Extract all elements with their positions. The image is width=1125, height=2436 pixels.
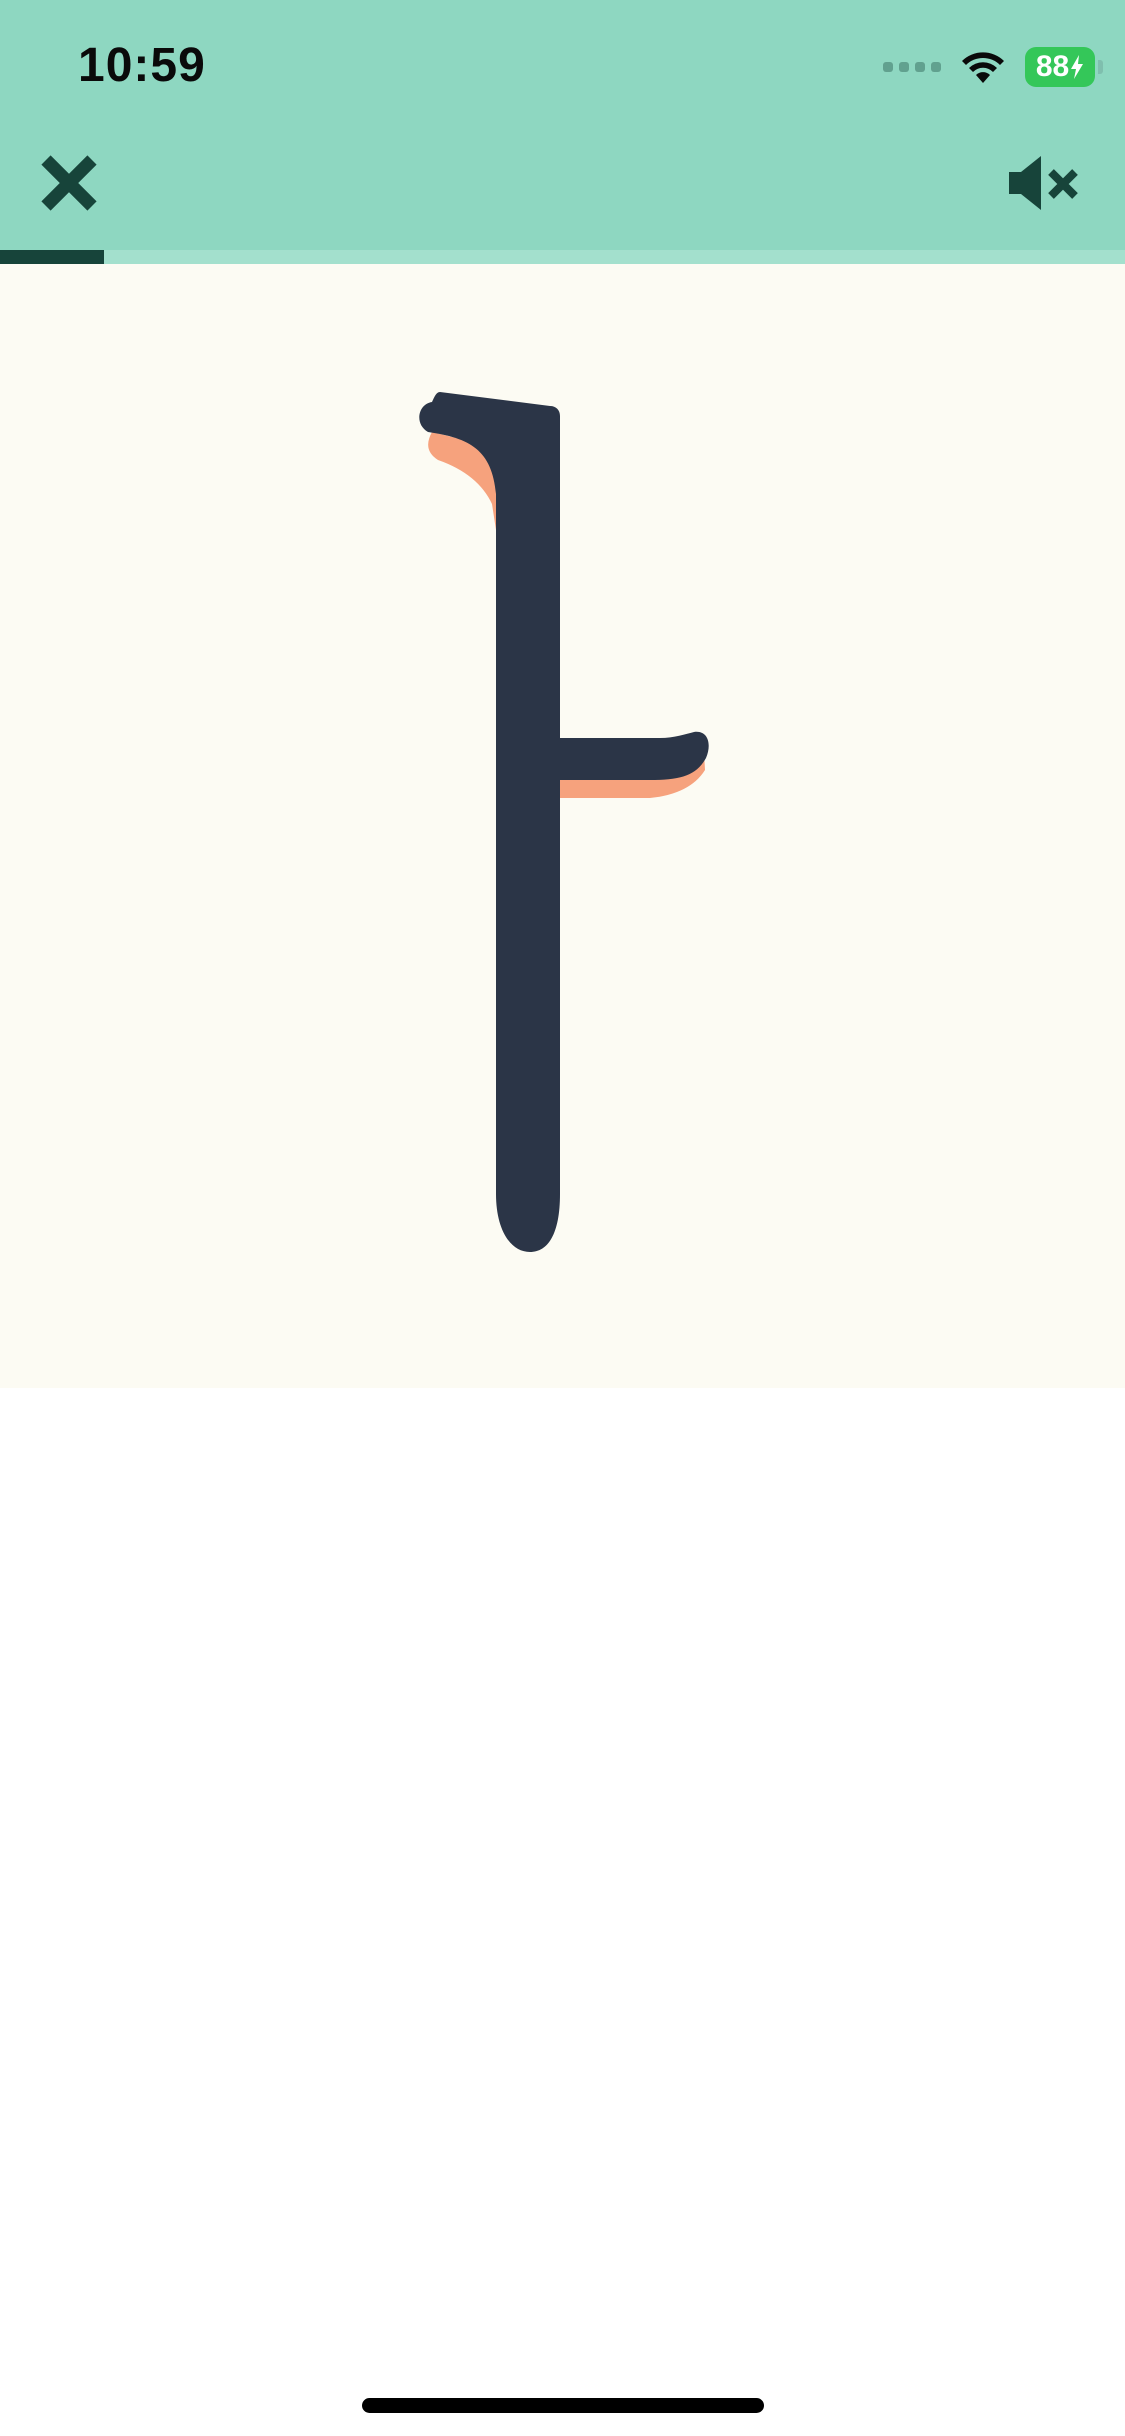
wifi-icon <box>962 52 1004 83</box>
letter-strokes <box>419 392 709 1252</box>
speaker-muted-icon <box>1009 156 1078 210</box>
letter-stroke-drawing <box>419 392 709 1252</box>
battery-icon: 88 <box>1025 47 1103 87</box>
header-bar: 10:59 88 <box>0 0 1125 264</box>
home-indicator[interactable] <box>362 2398 764 2413</box>
close-button[interactable] <box>36 150 102 216</box>
battery-level: 88 <box>1035 50 1070 83</box>
charging-bolt-icon <box>1071 55 1084 79</box>
lesson-progress-fill <box>0 250 104 264</box>
lesson-screen: 10:59 88 <box>0 0 1125 2436</box>
cellular-signal-icon <box>883 62 941 72</box>
lesson-progress-bar <box>0 250 1125 264</box>
letter-display-panel <box>0 264 1125 1388</box>
mute-button[interactable] <box>1005 150 1085 216</box>
status-indicators: 88 <box>883 42 1103 92</box>
close-icon <box>41 155 97 211</box>
status-time: 10:59 <box>78 39 206 92</box>
